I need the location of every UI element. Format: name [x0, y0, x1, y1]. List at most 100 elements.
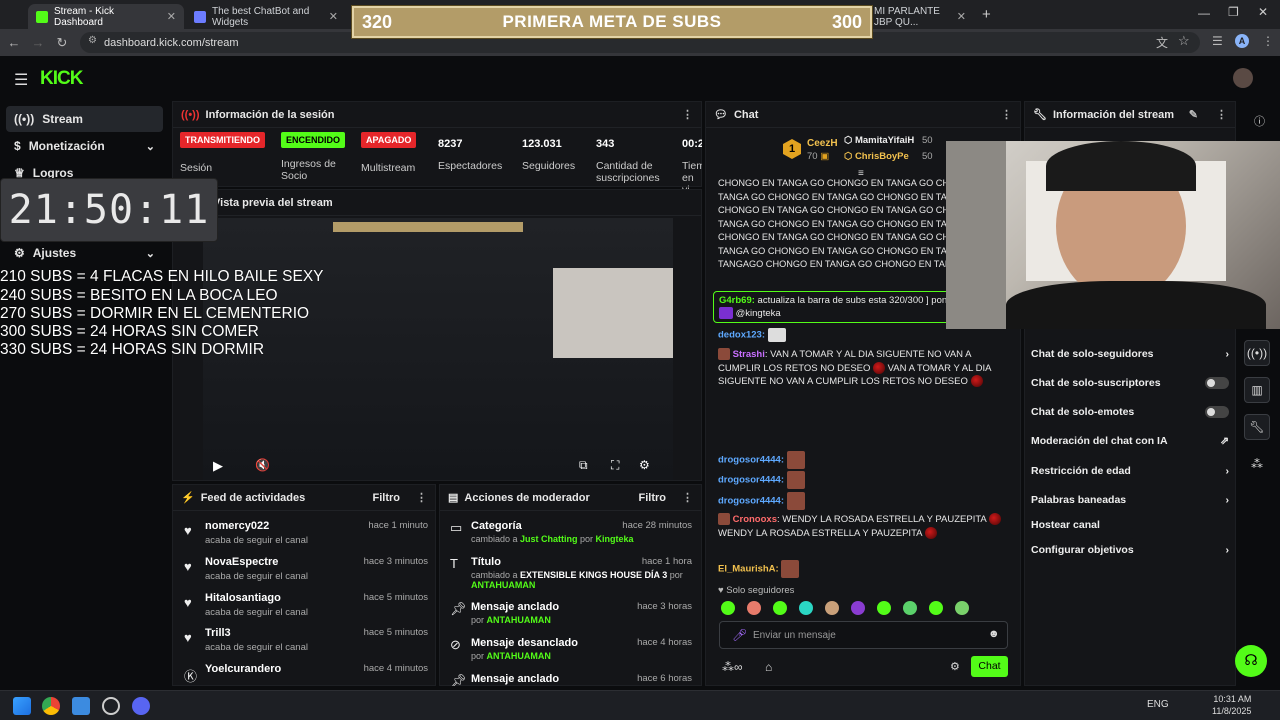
setting-banned-words[interactable]: Palabras baneadas ›	[1031, 494, 1229, 506]
sidebar-item-stream[interactable]: ((•)) Stream	[6, 106, 163, 132]
emote-icon[interactable]	[825, 601, 839, 615]
top-gifter-name[interactable]: CeezH	[807, 138, 838, 149]
layout-rail-button[interactable]: ▥	[1244, 377, 1270, 403]
language-indicator[interactable]: ENG	[1147, 699, 1169, 710]
stream-preview-video[interactable]: ▶ 🔇 ⧉ ⛶ ⚙	[203, 218, 673, 480]
emote-icon[interactable]	[721, 601, 735, 615]
feed-username[interactable]: nomercy022	[205, 520, 269, 532]
setting-followers-only[interactable]: Chat de solo-seguidores ›	[1031, 348, 1229, 360]
back-icon[interactable]: ←	[2, 35, 26, 50]
system-clock[interactable]: 10:31 AM 11/8/2025	[1212, 693, 1251, 717]
chat-input[interactable]: 🎤︎ Enviar un mensaje ☻	[719, 621, 1008, 649]
emote-icon[interactable]	[799, 601, 813, 615]
broadcast-rail-button[interactable]: ((•))	[1244, 340, 1270, 366]
sidebar-label: Stream	[42, 112, 83, 126]
minimize-icon[interactable]: —	[1198, 6, 1210, 20]
setting-label: Palabras baneadas	[1031, 494, 1127, 506]
emote-icon[interactable]	[929, 601, 943, 615]
more-options-icon[interactable]: ⋮	[682, 108, 693, 121]
user-avatar[interactable]	[1233, 68, 1253, 88]
close-window-icon[interactable]: ✕	[1258, 5, 1268, 19]
site-info-icon[interactable]: ⚙	[88, 35, 97, 46]
support-button[interactable]: ☊	[1235, 645, 1267, 677]
obs-icon[interactable]	[102, 697, 120, 715]
microphone-icon[interactable]: 🎤︎	[732, 628, 747, 642]
more-options-icon[interactable]: ⋮	[416, 491, 427, 504]
play-icon[interactable]: ▶	[213, 458, 223, 474]
sidebar-label: Ajustes	[32, 246, 77, 260]
subscribers-only-toggle[interactable]	[1205, 377, 1229, 389]
maximize-icon[interactable]: ❐	[1228, 5, 1239, 19]
bookmark-icon[interactable]: ☆	[1178, 33, 1190, 49]
gifter-name[interactable]: MamitaYifaiH	[855, 135, 914, 146]
chat-settings-icon[interactable]: ⚙	[950, 660, 960, 673]
menu-icon[interactable]: ⋮	[1262, 34, 1274, 48]
filter-button[interactable]: Filtro	[373, 492, 401, 504]
browser-tab-parlante[interactable]: MI PARLANTE JBP QU... ✕	[874, 4, 974, 29]
translate-icon[interactable]: 文	[1156, 34, 1168, 51]
wrench-rail-button[interactable]: 🔧︎	[1244, 414, 1270, 440]
profile-avatar[interactable]: A	[1235, 34, 1249, 48]
chat-message: dedox123:	[718, 328, 1008, 342]
windows-start-icon[interactable]	[13, 697, 31, 715]
info-icon[interactable]: ⓘ	[1254, 113, 1265, 129]
more-options-icon[interactable]: ⋮	[1216, 108, 1227, 121]
session-info-header: ((•)) Información de la sesión ⋮	[173, 102, 701, 128]
feed-username[interactable]: Yoelcurandero	[205, 663, 281, 675]
new-tab-icon[interactable]: +	[982, 6, 991, 23]
edit-icon[interactable]: ✎	[1189, 108, 1198, 121]
store-icon[interactable]: ⌂	[765, 660, 772, 674]
gifter-name[interactable]: ChrisBoyPe	[855, 151, 909, 162]
metric-subs: 343 Cantidad de suscripciones	[596, 138, 671, 184]
layout-icon: ▥	[1251, 383, 1263, 397]
chevron-right-icon: ›	[1225, 348, 1230, 360]
emote-icon[interactable]	[877, 601, 891, 615]
mod-action-item: ⊘ Mensaje desanclado hace 4 horas por AN…	[446, 637, 696, 667]
close-tab-icon[interactable]: ✕	[167, 10, 176, 23]
browser-tab-kick[interactable]: Stream - Kick Dashboard ✕	[28, 4, 184, 29]
emote-icon[interactable]	[747, 601, 761, 615]
chevron-down-icon: ⌄	[145, 247, 155, 260]
sidebar-item-ajustes[interactable]: ⚙ Ajustes ⌄	[6, 240, 163, 266]
feed-action: acaba de seguir el canal	[205, 642, 308, 653]
kicks-icon[interactable]: ⁂∞	[722, 660, 743, 674]
kick-logo[interactable]: KICK	[40, 68, 83, 90]
pip-icon[interactable]: ⧉	[579, 458, 588, 473]
close-tab-icon[interactable]: ✕	[329, 10, 338, 23]
emote-icon[interactable]	[955, 601, 969, 615]
emote-icon[interactable]	[851, 601, 865, 615]
tab-title: Stream - Kick Dashboard	[54, 5, 115, 28]
emotes-only-toggle[interactable]	[1205, 406, 1229, 418]
emote-icon[interactable]	[903, 601, 917, 615]
more-options-icon[interactable]: ⋮	[1001, 108, 1012, 121]
send-chat-button[interactable]: Chat	[971, 656, 1008, 677]
hamburger-menu-icon[interactable]: ☰	[14, 70, 28, 90]
fullscreen-icon[interactable]: ⛶	[611, 458, 619, 473]
heart-icon: ♥	[184, 523, 192, 538]
more-options-icon[interactable]: ⋮	[682, 491, 693, 504]
feed-username[interactable]: NovaEspectre	[205, 556, 278, 568]
discord-icon[interactable]	[132, 697, 150, 715]
feed-username[interactable]: Trill3	[205, 627, 231, 639]
notepad-icon[interactable]	[72, 697, 90, 715]
browser-tab-chatbot[interactable]: The best ChatBot and Widgets ✕	[186, 4, 346, 29]
forward-icon[interactable]: →	[26, 35, 50, 50]
setting-age-restriction[interactable]: Restricción de edad ›	[1031, 465, 1229, 477]
emoji-icon[interactable]: ☻	[988, 628, 1000, 640]
sidebar-item-monetizacion[interactable]: $ Monetización ⌄	[6, 133, 163, 159]
emote-icon[interactable]	[773, 601, 787, 615]
setting-ai-moderation[interactable]: Moderación del chat con IA ⇗	[1031, 435, 1229, 447]
chrome-icon[interactable]	[42, 697, 60, 715]
setting-configure-goals[interactable]: Configurar objetivos ›	[1031, 544, 1229, 556]
settings-icon[interactable]: ⚙	[639, 458, 650, 472]
setting-host-channel[interactable]: Hostear canal	[1031, 519, 1229, 531]
metric-label: Sesión	[180, 162, 213, 174]
kicks-icon[interactable]: ⁂	[1251, 457, 1263, 471]
mute-icon[interactable]: 🔇	[255, 458, 270, 472]
reading-list-icon[interactable]: ☰	[1212, 34, 1223, 48]
gear-icon: ⚙	[14, 246, 25, 260]
feed-username[interactable]: Hitalosantiago	[205, 592, 281, 604]
close-tab-icon[interactable]: ✕	[957, 10, 966, 23]
reload-icon[interactable]: ↻	[50, 35, 74, 51]
filter-button[interactable]: Filtro	[639, 492, 667, 504]
